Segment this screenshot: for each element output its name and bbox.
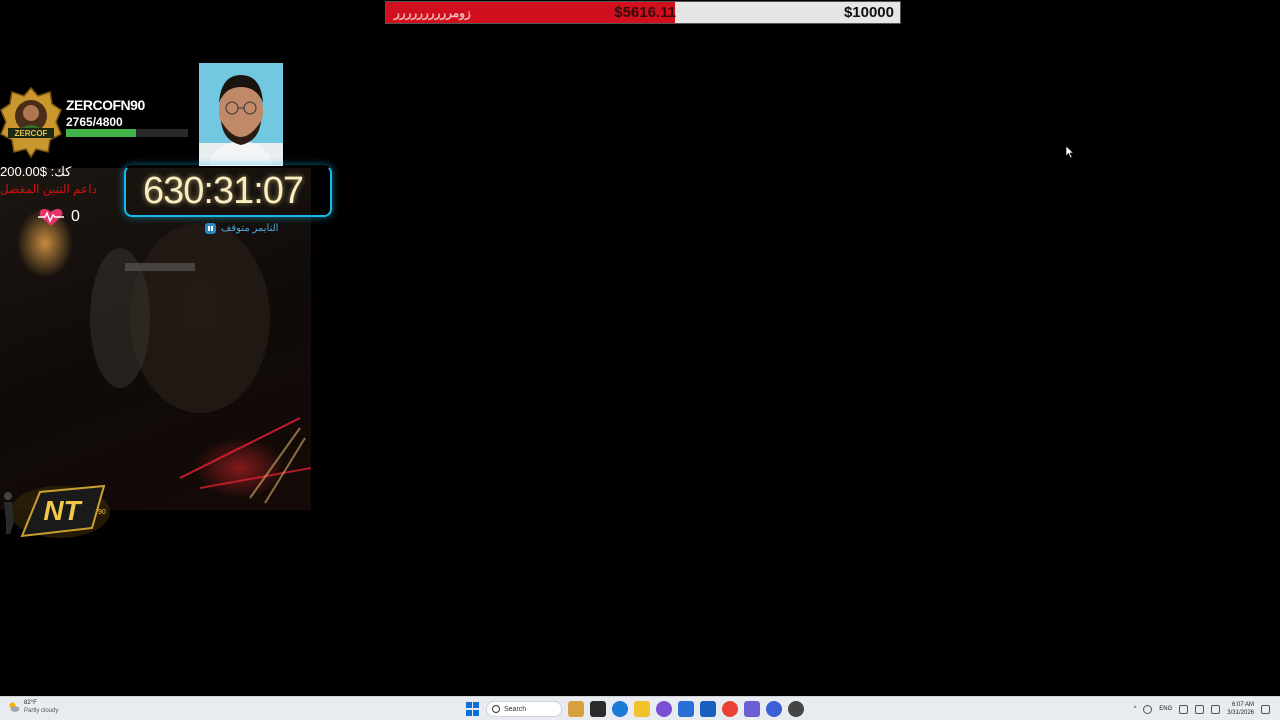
search-placeholder: Search [504, 705, 527, 713]
nt-logo-text: NT [43, 495, 83, 526]
goal-name: زومرررررررررر [394, 6, 471, 20]
webcam-feed [199, 63, 283, 166]
windows-taskbar: 82°F Partly cloudy Search ^ ENG 6:07 AM … [0, 696, 1280, 720]
badge-text: ZERCOF [15, 129, 48, 138]
notifications-icon[interactable] [1261, 704, 1270, 714]
language-indicator[interactable]: ENG [1159, 706, 1172, 712]
widgets-icon[interactable] [568, 701, 584, 717]
network-icon[interactable] [1179, 704, 1189, 714]
clock[interactable]: 6:07 AM 3/31/2026 [1227, 701, 1254, 717]
subathon-timer: 630:31:07 [143, 170, 304, 212]
teams-icon[interactable] [744, 701, 760, 717]
partly-cloudy-icon [9, 702, 20, 712]
taskbar-search[interactable]: Search [486, 701, 562, 717]
chrome-icon[interactable] [722, 701, 738, 717]
chevron-up-icon[interactable]: ^ [1133, 706, 1136, 712]
start-icon[interactable] [466, 702, 480, 716]
taskbar-apps: Search [466, 700, 804, 718]
xp-text: 2765/4800 [66, 115, 123, 129]
nt-logo: NT 90 [4, 484, 110, 538]
battery-icon[interactable] [1211, 704, 1221, 714]
rank-badge-icon: ZERCOF [0, 86, 62, 158]
mouse-cursor-icon [1066, 146, 1074, 158]
donation-goal-bar: زومرررررررررر $5616.11 $10000 [385, 1, 901, 24]
xp-progress-bar [66, 129, 188, 137]
volume-icon[interactable] [1195, 704, 1205, 714]
search-icon [492, 705, 500, 713]
goal-target-amount: $10000 [843, 4, 894, 21]
timer-status: التايمر متوقف [205, 223, 278, 234]
weather-condition: Partly cloudy [24, 708, 59, 714]
edge-icon[interactable] [612, 701, 628, 717]
profile-name: ZERCOFN90 [66, 97, 145, 113]
copilot-icon[interactable] [656, 701, 672, 717]
weather-temp: 82°F [24, 700, 37, 706]
heart-count: 0 [71, 208, 80, 225]
pause-icon [205, 223, 216, 234]
clock-time: 6:07 AM [1231, 702, 1254, 708]
outlook-icon[interactable] [700, 701, 716, 717]
heartbeat-icon [38, 208, 64, 226]
system-tray: ^ ENG 6:07 AM 3/31/2026 [1133, 699, 1270, 719]
obs-icon[interactable] [766, 701, 782, 717]
file-explorer-icon[interactable] [634, 701, 650, 717]
timer-status-text: التايمر متوقف [221, 223, 279, 234]
nt-logo-sub: 90 [98, 509, 106, 516]
app-icon[interactable] [788, 701, 804, 717]
store-icon[interactable] [678, 701, 694, 717]
top-donation-label: 200.00$ :كك [0, 164, 72, 179]
task-view-icon[interactable] [590, 701, 606, 717]
goal-current-amount: $5616.11 [614, 4, 676, 21]
xp-progress-fill [66, 129, 137, 137]
weather-widget[interactable]: 82°F Partly cloudy [8, 699, 58, 715]
clock-date: 3/31/2026 [1227, 710, 1254, 716]
security-icon[interactable] [1143, 704, 1153, 714]
top-donor-caption: داعم التنين المفضل [0, 182, 97, 196]
